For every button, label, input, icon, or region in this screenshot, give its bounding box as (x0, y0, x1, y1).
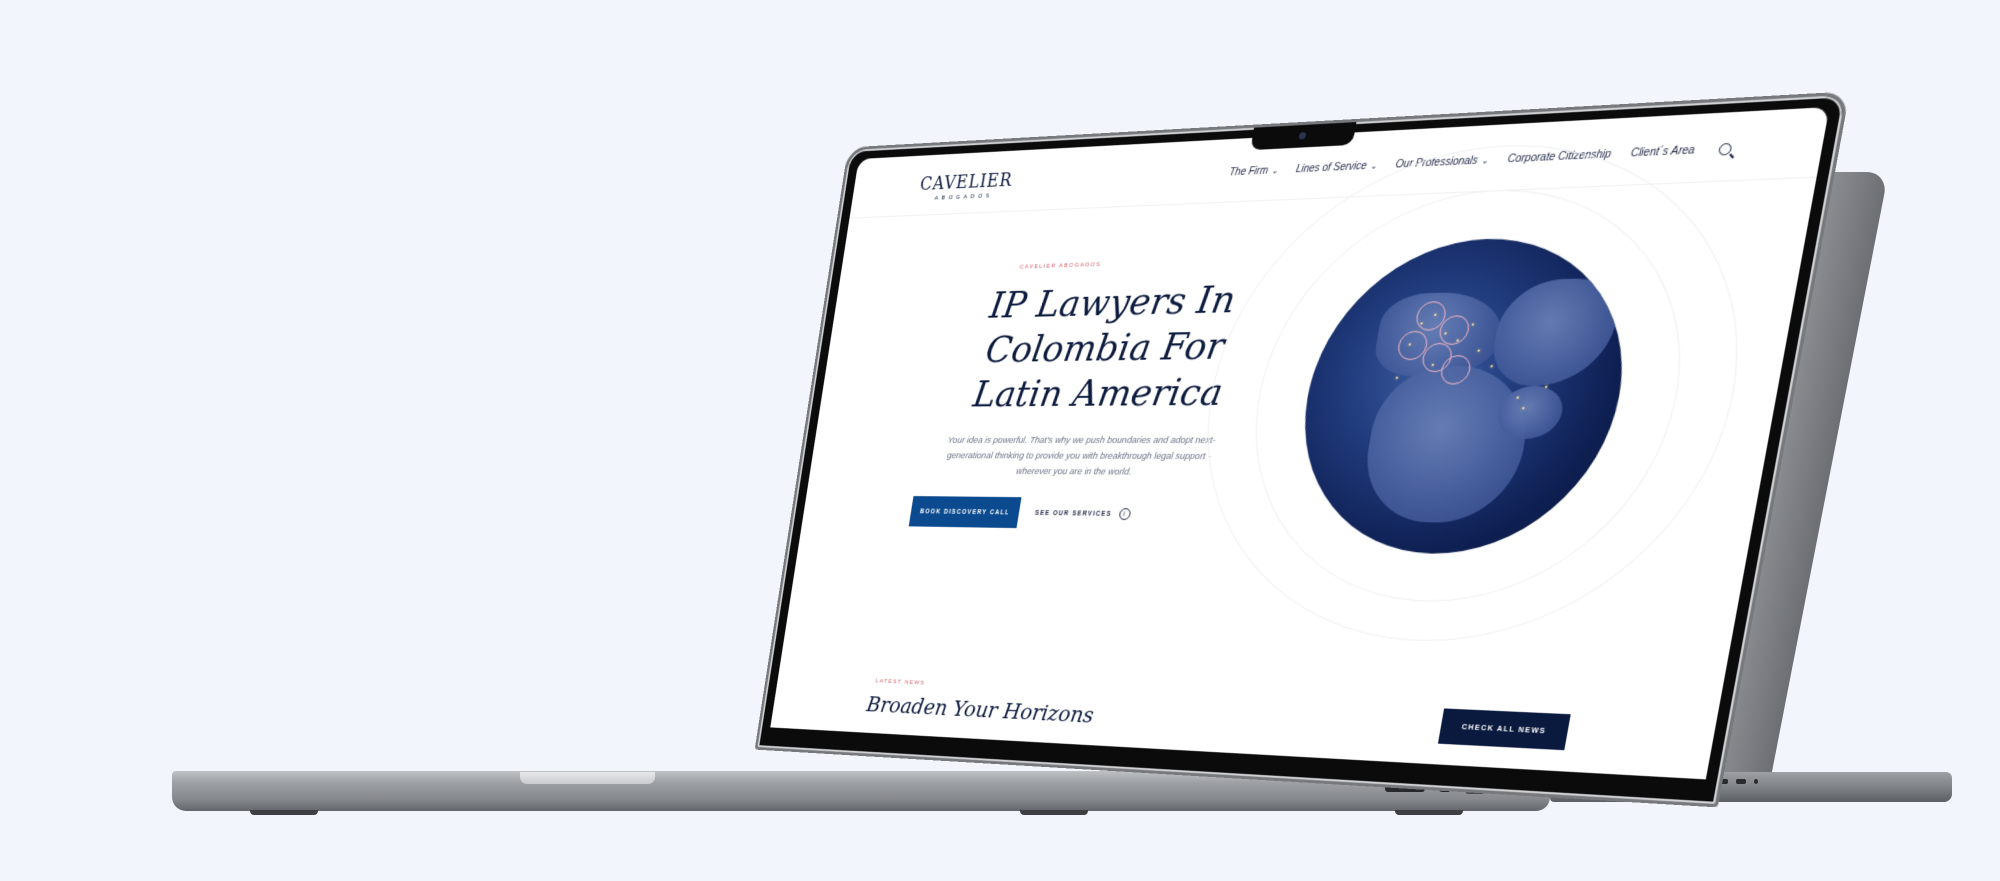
see-our-services-link[interactable]: SEE OUR SERVICES i (1034, 507, 1132, 521)
info-icon: i (1118, 508, 1132, 521)
check-all-news-button[interactable]: CHECK ALL NEWS (1437, 708, 1571, 751)
nav-item-label: The Firm (1228, 165, 1269, 179)
see-our-services-label: SEE OUR SERVICES (1034, 509, 1113, 518)
news-title: Broaden Your Horizons (864, 693, 1096, 729)
website-screen: CAVELIER ABOGADOS The Firm ⌄ Lines of Se… (770, 106, 1830, 780)
chevron-down-icon: ⌄ (1369, 161, 1379, 171)
search-icon[interactable] (1718, 142, 1733, 156)
site-logo[interactable]: CAVELIER ABOGADOS (917, 170, 1014, 202)
nav-item-label: Lines of Service (1295, 160, 1368, 176)
nav-item-clients-area[interactable]: Client´s Area (1630, 145, 1696, 160)
laptop-lid: CAVELIER ABOGADOS The Firm ⌄ Lines of Se… (754, 91, 1850, 808)
book-discovery-call-button[interactable]: BOOK DISCOVERY CALL (908, 496, 1022, 529)
nav-item-label: Client´s Area (1629, 144, 1696, 160)
chevron-down-icon: ⌄ (1271, 165, 1280, 176)
nav-item-the-firm[interactable]: The Firm ⌄ (1228, 165, 1280, 179)
news-eyebrow: LATEST NEWS (875, 678, 926, 687)
hero-subtitle: Your idea is powerful. That's why we pus… (946, 434, 1217, 478)
nav-item-lines-of-service[interactable]: Lines of Service ⌄ (1295, 160, 1379, 176)
hero-eyebrow: CAVELIER ABOGADOS (1019, 262, 1102, 271)
